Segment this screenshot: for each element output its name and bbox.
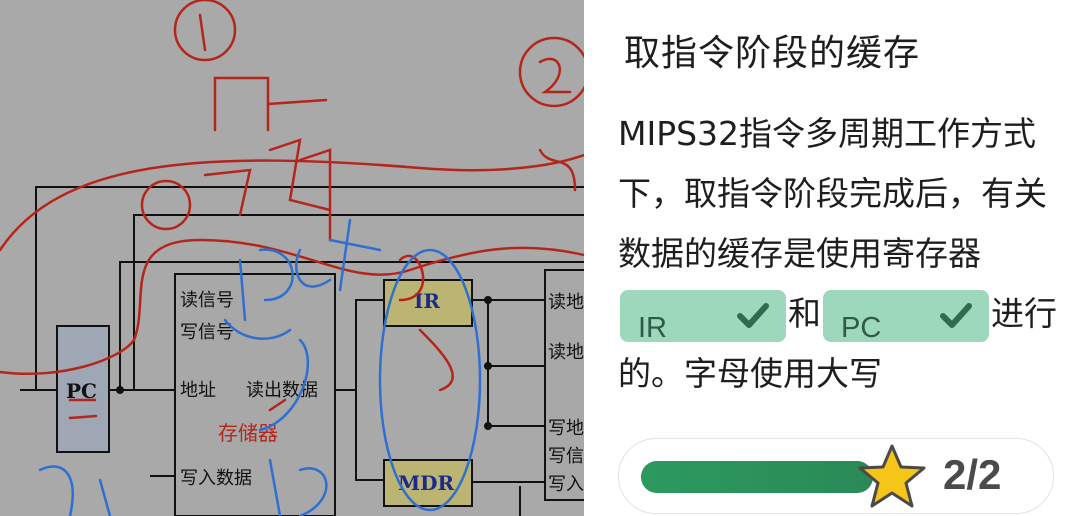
star-icon	[858, 444, 926, 508]
memory-label: 存储器	[218, 421, 278, 445]
datapath-diagram: PC 读信号 写信号 地址 读出数据 存储器 写入数据 IR MDR 读地 读地…	[0, 0, 584, 516]
reg-read-addr-label: 读地	[548, 292, 584, 313]
check-icon	[940, 302, 972, 328]
progress-bar	[641, 461, 873, 493]
read-signal-label: 读信号	[180, 290, 234, 311]
answer-blank-1[interactable]: IR	[620, 289, 786, 344]
mdr-register-label: MDR	[398, 471, 454, 495]
connector-text: 和	[788, 294, 821, 333]
write-data-label: 写入数据	[180, 468, 252, 489]
reg-write-sig-label: 写信	[548, 446, 584, 467]
reg-write-in-label: 写入	[548, 474, 584, 495]
reg-read-addr2-label: 读地	[548, 342, 584, 363]
check-icon	[737, 302, 769, 328]
question-text: MIPS32指令多周期工作方式下，取指令阶段完成后，有关数据的缓存是使用寄存器 I…	[618, 104, 1058, 404]
quiz-panel: 取指令阶段的缓存 MIPS32指令多周期工作方式下，取指令阶段完成后，有关数据的…	[584, 0, 1089, 516]
whiteboard-background: PC 读信号 写信号 地址 读出数据 存储器 写入数据 IR MDR 读地 读地…	[0, 0, 584, 516]
progress-count: 2/2	[943, 451, 1002, 498]
progress-fill	[641, 461, 873, 493]
question-title: 取指令阶段的缓存	[624, 33, 921, 74]
reg-write-addr-label: 写地	[548, 418, 584, 439]
address-label: 地址	[180, 380, 216, 401]
question-part1: MIPS32指令多周期工作方式下，取指令阶段完成后，有关数据的缓存是使用寄存器	[618, 114, 1047, 273]
answer-blank-2-value: PC	[841, 311, 882, 344]
read-data-label: 读出数据	[246, 380, 318, 401]
answer-blank-1-value: IR	[638, 311, 667, 344]
answer-blank-2[interactable]: PC	[823, 289, 989, 344]
write-signal-label: 写信号	[180, 322, 234, 343]
progress-card: 2/2	[618, 438, 1054, 514]
